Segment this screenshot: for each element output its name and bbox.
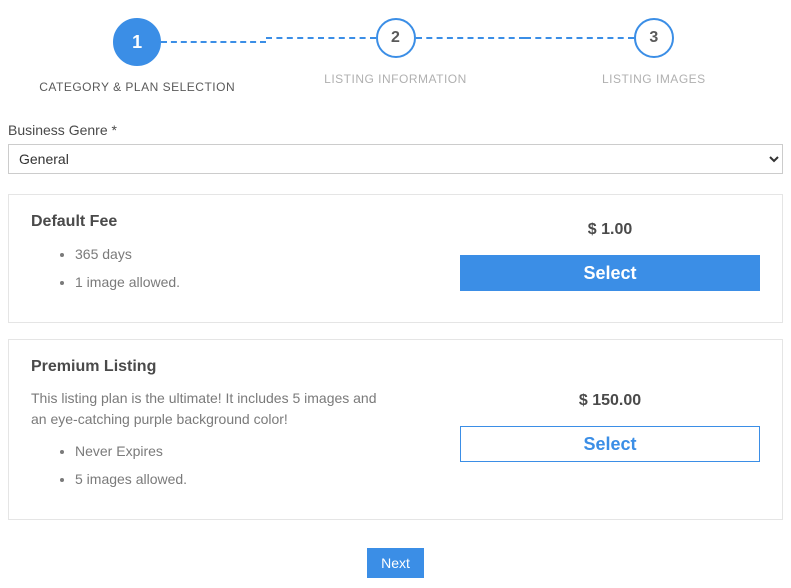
plan-feature: Never Expires [75,440,440,462]
step-2: 2 LISTING INFORMATION [266,18,524,86]
step-2-circle: 2 [376,18,416,58]
connector-2-3 [416,37,525,39]
connector-2-3b [525,37,634,39]
plan-card-premium: Premium Listing This listing plan is the… [8,339,783,520]
step-3-label: LISTING IMAGES [602,72,706,86]
business-genre-select[interactable]: General [8,144,783,174]
plan-desc: This listing plan is the ultimate! It in… [31,388,391,430]
connector-1-2 [161,41,266,43]
plan-title: Default Fee [31,213,440,231]
plan-price: $ 150.00 [579,392,641,410]
step-1-label: CATEGORY & PLAN SELECTION [39,80,235,94]
select-plan-default-button[interactable]: Select [460,255,760,291]
plan-feature: 1 image allowed. [75,271,440,293]
connector-1-2b [266,37,375,39]
plan-feature-list: Never Expires 5 images allowed. [31,440,440,491]
business-genre-label: Business Genre * [8,122,783,138]
plan-feature: 365 days [75,243,440,265]
step-1: 1 CATEGORY & PLAN SELECTION [8,18,266,94]
step-3: 3 LISTING IMAGES [525,18,783,86]
select-plan-premium-button[interactable]: Select [460,426,760,462]
plan-feature-list: 365 days 1 image allowed. [31,243,440,294]
plan-title: Premium Listing [31,358,440,376]
step-3-circle: 3 [634,18,674,58]
step-1-circle: 1 [113,18,161,66]
plan-feature: 5 images allowed. [75,468,440,490]
step-2-label: LISTING INFORMATION [324,72,467,86]
next-button[interactable]: Next [367,548,424,578]
plan-card-default: Default Fee 365 days 1 image allowed. $ … [8,194,783,323]
stepper: 1 CATEGORY & PLAN SELECTION 2 LISTING IN… [8,18,783,94]
plan-price: $ 1.00 [588,221,632,239]
